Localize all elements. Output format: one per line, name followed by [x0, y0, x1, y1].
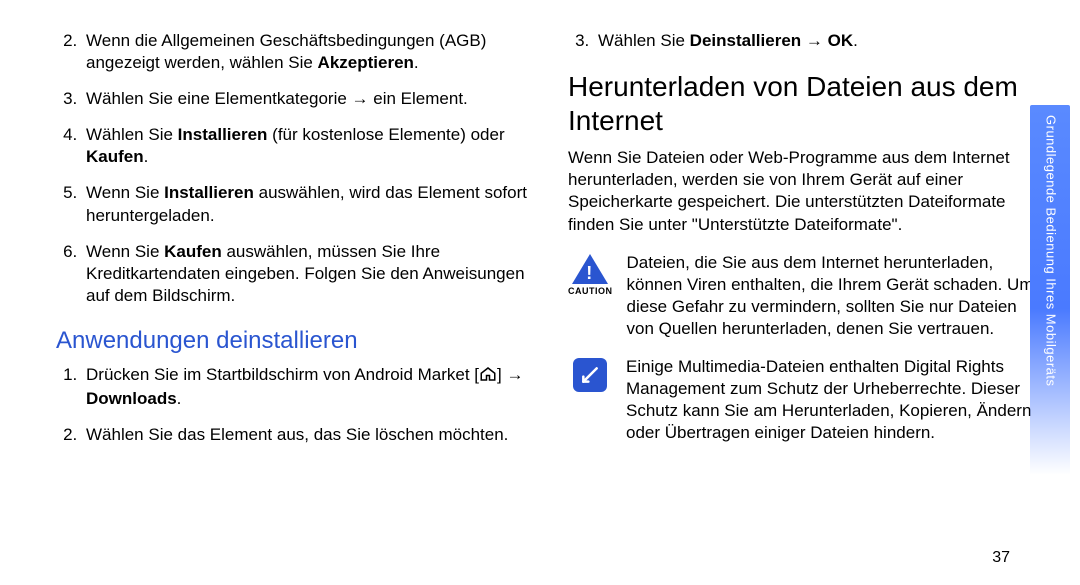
caution-text: Dateien, die Sie aus dem Internet herunt… — [627, 252, 1041, 340]
section-tab-label: Grundlegende Bedienung Ihres Mobilgeräts — [1042, 115, 1059, 387]
page-number: 37 — [992, 548, 1010, 569]
section-tab: Grundlegende Bedienung Ihres Mobilgeräts — [1030, 105, 1070, 475]
list-item: Wenn Sie Installieren auswählen, wird da… — [82, 182, 528, 226]
two-column-layout: Wenn die Allgemeinen Geschäftsbedingunge… — [56, 30, 1040, 565]
install-steps-list: Wenn die Allgemeinen Geschäftsbedingunge… — [56, 30, 528, 307]
list-item: Wenn Sie Kaufen auswählen, müssen Sie Ih… — [82, 241, 528, 307]
note-text: Einige Multimedia-Dateien enthalten Digi… — [626, 356, 1040, 444]
caution-callout: CAUTION Dateien, die Sie aus dem Interne… — [568, 252, 1040, 340]
list-item: Wenn die Allgemeinen Geschäftsbedingunge… — [82, 30, 528, 74]
intro-paragraph: Wenn Sie Dateien oder Web-Programme aus … — [568, 147, 1040, 235]
list-item: Wählen Sie eine Elementkategorie → ein E… — [82, 88, 528, 110]
list-item: Drücken Sie im Startbildschirm von Andro… — [82, 364, 528, 410]
section-heading: Herunterladen von Dateien aus dem Intern… — [568, 70, 1040, 137]
left-column: Wenn die Allgemeinen Geschäftsbedingunge… — [56, 30, 528, 565]
note-callout: Einige Multimedia-Dateien enthalten Digi… — [568, 356, 1040, 444]
uninstall-steps-list: Drücken Sie im Startbildschirm von Andro… — [56, 364, 528, 446]
list-item: Wählen Sie Installieren (für kostenlose … — [82, 124, 528, 168]
right-column: Wählen Sie Deinstallieren → OK. Herunter… — [568, 30, 1040, 565]
note-icon — [568, 356, 612, 392]
subsection-heading: Anwendungen deinstallieren — [56, 325, 528, 356]
uninstall-continue-list: Wählen Sie Deinstallieren → OK. — [568, 30, 1040, 52]
list-item: Wählen Sie Deinstallieren → OK. — [594, 30, 1040, 52]
home-icon — [479, 366, 497, 388]
manual-page: Grundlegende Bedienung Ihres Mobilgeräts… — [0, 0, 1080, 585]
list-item: Wählen Sie das Element aus, das Sie lösc… — [82, 424, 528, 446]
caution-icon: CAUTION — [568, 252, 613, 298]
